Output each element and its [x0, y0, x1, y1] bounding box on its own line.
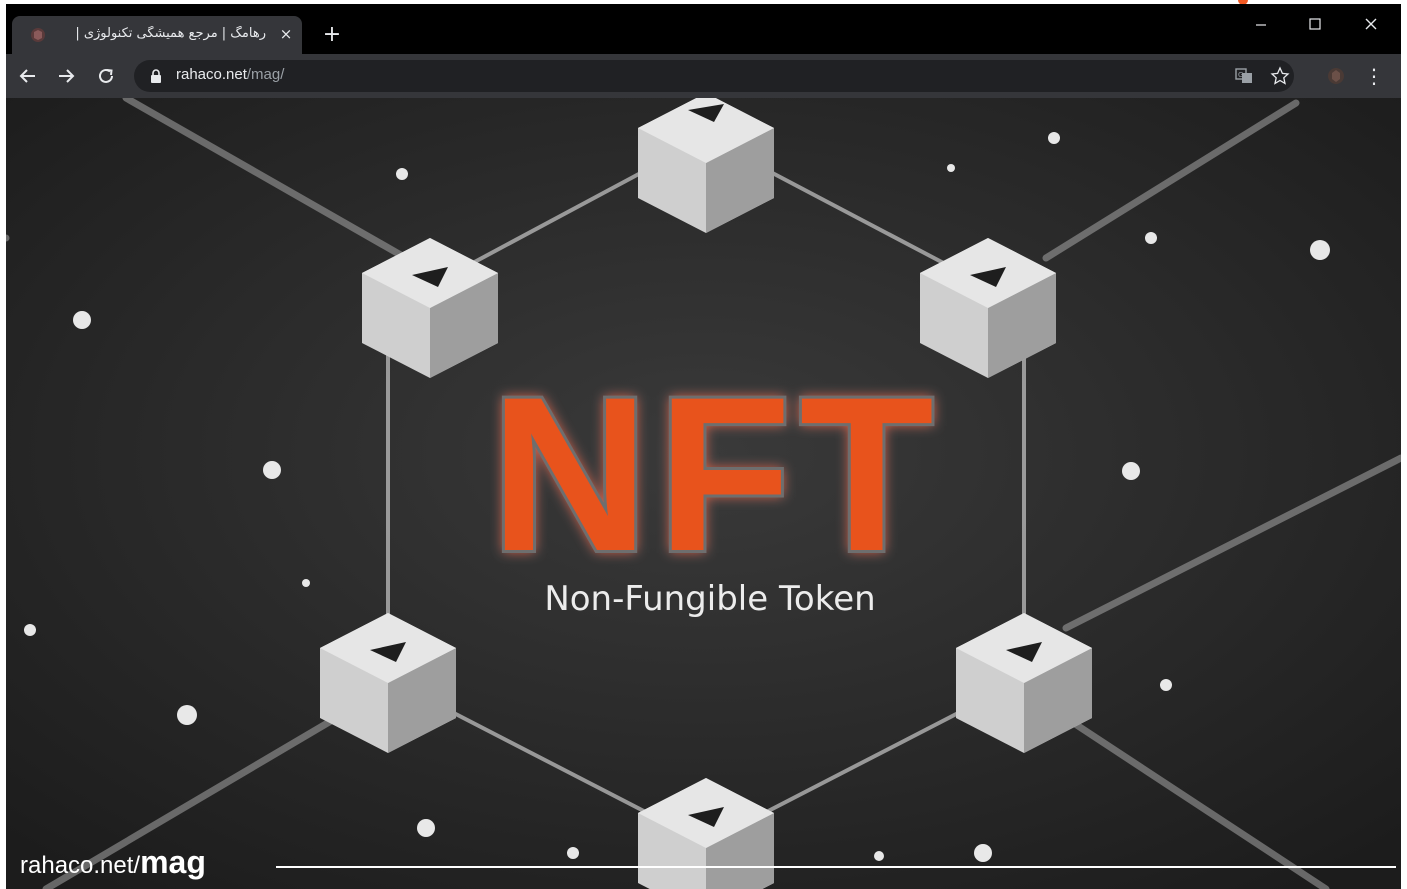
url-path: /mag/ — [246, 66, 285, 83]
browser-window: رهامگ | مرجع همیشگی تکنولوژی | × + rahac… — [6, 4, 1401, 889]
rahaco-logo-icon — [31, 28, 45, 42]
nft-hero-image: NFT Non-Fungible Token — [6, 98, 1401, 889]
minimize-icon — [1256, 24, 1266, 26]
watermark-rule — [276, 866, 1396, 868]
rahaco-extension-icon[interactable] — [1324, 64, 1348, 88]
back-arrow-icon[interactable] — [16, 64, 40, 88]
tab-close-icon[interactable]: × — [276, 24, 296, 44]
translate-icon[interactable]: G — [1234, 66, 1254, 86]
watermark-host: rahaco.net/ — [20, 852, 141, 879]
tab-strip: رهامگ | مرجع همیشگی تکنولوژی | × + — [6, 4, 1401, 54]
watermark-path: mag — [140, 844, 206, 880]
browser-menu-icon[interactable]: ⋮ — [1362, 64, 1386, 88]
url-text: rahaco.net/mag/ — [176, 66, 284, 83]
maximize-icon — [1309, 18, 1321, 30]
page-content: NFT Non-Fungible Token — [6, 98, 1401, 889]
url-host: rahaco.net — [176, 66, 247, 83]
forward-arrow-icon[interactable] — [54, 64, 78, 88]
minimize-button[interactable] — [1238, 10, 1284, 38]
bookmark-star-icon[interactable] — [1270, 66, 1290, 86]
tab-title: رهامگ | مرجع همیشگی تکنولوژی | — [75, 26, 266, 41]
nft-headline: NFT — [490, 351, 942, 597]
site-watermark: rahaco.net/mag — [20, 844, 206, 881]
browser-toolbar: rahaco.net/mag/ G ⋮ — [6, 54, 1401, 98]
maximize-button[interactable] — [1292, 10, 1338, 38]
address-bar[interactable]: rahaco.net/mag/ G — [134, 60, 1294, 92]
reload-icon[interactable] — [94, 64, 118, 88]
close-window-button[interactable] — [1348, 10, 1394, 38]
active-tab[interactable]: رهامگ | مرجع همیشگی تکنولوژی | × — [12, 16, 302, 54]
lock-icon — [151, 69, 161, 83]
nft-subheadline: Non-Fungible Token — [544, 579, 875, 619]
new-tab-button[interactable]: + — [320, 23, 344, 47]
svg-text:G: G — [1238, 71, 1243, 79]
close-icon — [1365, 18, 1377, 30]
